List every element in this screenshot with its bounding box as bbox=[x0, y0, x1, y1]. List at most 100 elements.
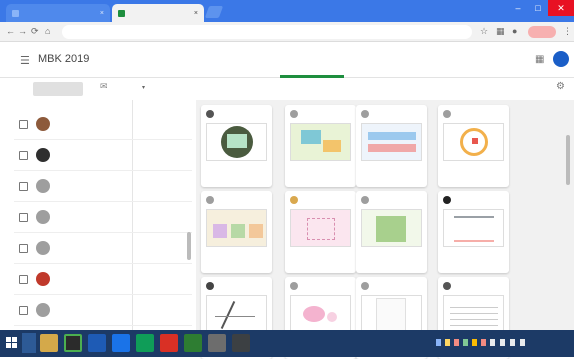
avatar bbox=[36, 117, 50, 131]
account-avatar[interactable] bbox=[553, 51, 569, 67]
close-icon[interactable]: × bbox=[100, 10, 104, 17]
student-row[interactable] bbox=[14, 203, 192, 233]
app-icon[interactable] bbox=[208, 334, 226, 352]
submission-card[interactable] bbox=[285, 105, 356, 187]
avatar bbox=[36, 179, 50, 193]
tray-icon[interactable] bbox=[454, 339, 459, 346]
student-checkbox[interactable] bbox=[19, 306, 28, 315]
forward-icon[interactable]: → bbox=[18, 26, 27, 36]
attachment-thumbnail[interactable] bbox=[206, 123, 267, 161]
attachment-thumbnail[interactable] bbox=[206, 295, 267, 333]
tray-icon[interactable] bbox=[481, 339, 486, 346]
network-icon[interactable] bbox=[510, 339, 515, 346]
close-icon[interactable]: × bbox=[194, 10, 198, 17]
student-row[interactable] bbox=[14, 234, 192, 264]
word-icon[interactable] bbox=[88, 334, 106, 352]
student-row[interactable] bbox=[14, 265, 192, 295]
tray-icon[interactable] bbox=[472, 339, 477, 346]
app-icon[interactable] bbox=[112, 334, 130, 352]
submission-card[interactable] bbox=[201, 191, 272, 273]
attachment-thumbnail[interactable] bbox=[361, 123, 422, 161]
windows-taskbar bbox=[0, 330, 574, 357]
profile-pill[interactable] bbox=[528, 26, 556, 38]
tray-icon[interactable] bbox=[490, 339, 495, 346]
user-icon[interactable]: ● bbox=[512, 26, 517, 36]
student-checkbox[interactable] bbox=[19, 151, 28, 160]
student-checkbox[interactable] bbox=[19, 275, 28, 284]
tab-favicon-icon bbox=[12, 9, 19, 17]
gear-icon[interactable]: ⚙ bbox=[556, 81, 565, 92]
avatar bbox=[36, 241, 50, 255]
student-row[interactable] bbox=[14, 296, 192, 326]
avatar bbox=[36, 303, 50, 317]
student-row[interactable] bbox=[14, 172, 192, 202]
email-icon[interactable]: ✉ bbox=[100, 81, 108, 92]
attachment-thumbnail[interactable] bbox=[443, 295, 504, 333]
submission-grid bbox=[196, 100, 574, 359]
star-icon[interactable]: ☆ bbox=[480, 26, 488, 37]
student-row[interactable] bbox=[14, 110, 192, 140]
avatar bbox=[443, 196, 451, 204]
chrome-icon[interactable] bbox=[64, 334, 82, 352]
grid-scrollbar[interactable] bbox=[566, 135, 570, 185]
avatar bbox=[290, 196, 298, 204]
address-bar-row: ← → ⟳ ⌂ ☆ ▦ ● ⋮ bbox=[0, 22, 574, 42]
taskbar-search[interactable] bbox=[22, 333, 36, 353]
student-checkbox[interactable] bbox=[19, 244, 28, 253]
app-icon[interactable] bbox=[136, 334, 154, 352]
new-tab-button[interactable] bbox=[204, 6, 224, 18]
volume-icon[interactable] bbox=[500, 339, 505, 346]
powerpoint-icon[interactable] bbox=[160, 334, 178, 352]
attachment-thumbnail[interactable] bbox=[290, 295, 351, 333]
tray-icon[interactable] bbox=[436, 339, 441, 346]
close-window-button[interactable]: ✕ bbox=[548, 0, 574, 16]
apps-grid-icon[interactable]: ▦ bbox=[535, 54, 544, 65]
windows-start-icon[interactable] bbox=[6, 337, 18, 349]
attachment-thumbnail[interactable] bbox=[290, 123, 351, 161]
student-checkbox[interactable] bbox=[19, 120, 28, 129]
submission-card[interactable] bbox=[356, 105, 427, 187]
student-checkbox[interactable] bbox=[19, 213, 28, 222]
attachment-thumbnail[interactable] bbox=[443, 209, 504, 247]
attachment-thumbnail[interactable] bbox=[361, 209, 422, 247]
home-icon[interactable]: ⌂ bbox=[45, 26, 50, 36]
minimize-button[interactable]: – bbox=[508, 0, 528, 16]
submission-card[interactable] bbox=[438, 191, 509, 273]
submission-card[interactable] bbox=[438, 105, 509, 187]
sort-dropdown[interactable]: ▾ bbox=[142, 84, 145, 91]
file-explorer-icon[interactable] bbox=[40, 334, 58, 352]
active-tab-indicator bbox=[280, 75, 344, 78]
submission-card[interactable] bbox=[285, 191, 356, 273]
student-row[interactable] bbox=[14, 141, 192, 171]
maximize-button[interactable]: □ bbox=[528, 0, 548, 16]
tray-icon[interactable] bbox=[463, 339, 468, 346]
url-input[interactable] bbox=[62, 25, 472, 39]
menu-dots-icon[interactable]: ⋮ bbox=[563, 26, 572, 37]
reload-icon[interactable]: ⟳ bbox=[31, 26, 39, 37]
attachment-thumbnail[interactable] bbox=[290, 209, 351, 247]
tray-icon[interactable] bbox=[445, 339, 450, 346]
submission-card[interactable] bbox=[356, 191, 427, 273]
classroom-favicon-icon bbox=[118, 9, 125, 17]
student-checkbox[interactable] bbox=[19, 182, 28, 191]
list-scrollbar[interactable] bbox=[187, 232, 191, 260]
extension-icon[interactable]: ▦ bbox=[496, 26, 505, 37]
attachment-thumbnail[interactable] bbox=[443, 123, 504, 161]
attachment-thumbnail[interactable] bbox=[206, 209, 267, 247]
app-icon[interactable] bbox=[232, 334, 250, 352]
return-button[interactable] bbox=[33, 82, 83, 96]
browser-tab[interactable]: × bbox=[6, 4, 110, 22]
back-icon[interactable]: ← bbox=[6, 26, 15, 36]
avatar bbox=[361, 282, 369, 290]
submission-card[interactable] bbox=[201, 105, 272, 187]
battery-icon[interactable] bbox=[520, 339, 525, 346]
attachment-thumbnail[interactable] bbox=[361, 295, 422, 333]
excel-icon[interactable] bbox=[184, 334, 202, 352]
avatar bbox=[36, 272, 50, 286]
class-title: MBK 2019 bbox=[38, 53, 90, 65]
avatar bbox=[290, 110, 298, 118]
chevron-down-icon: ▾ bbox=[142, 85, 146, 91]
hamburger-menu-icon[interactable]: ☰ bbox=[20, 54, 30, 67]
avatar bbox=[206, 110, 214, 118]
browser-tab-active[interactable]: × bbox=[112, 4, 204, 22]
